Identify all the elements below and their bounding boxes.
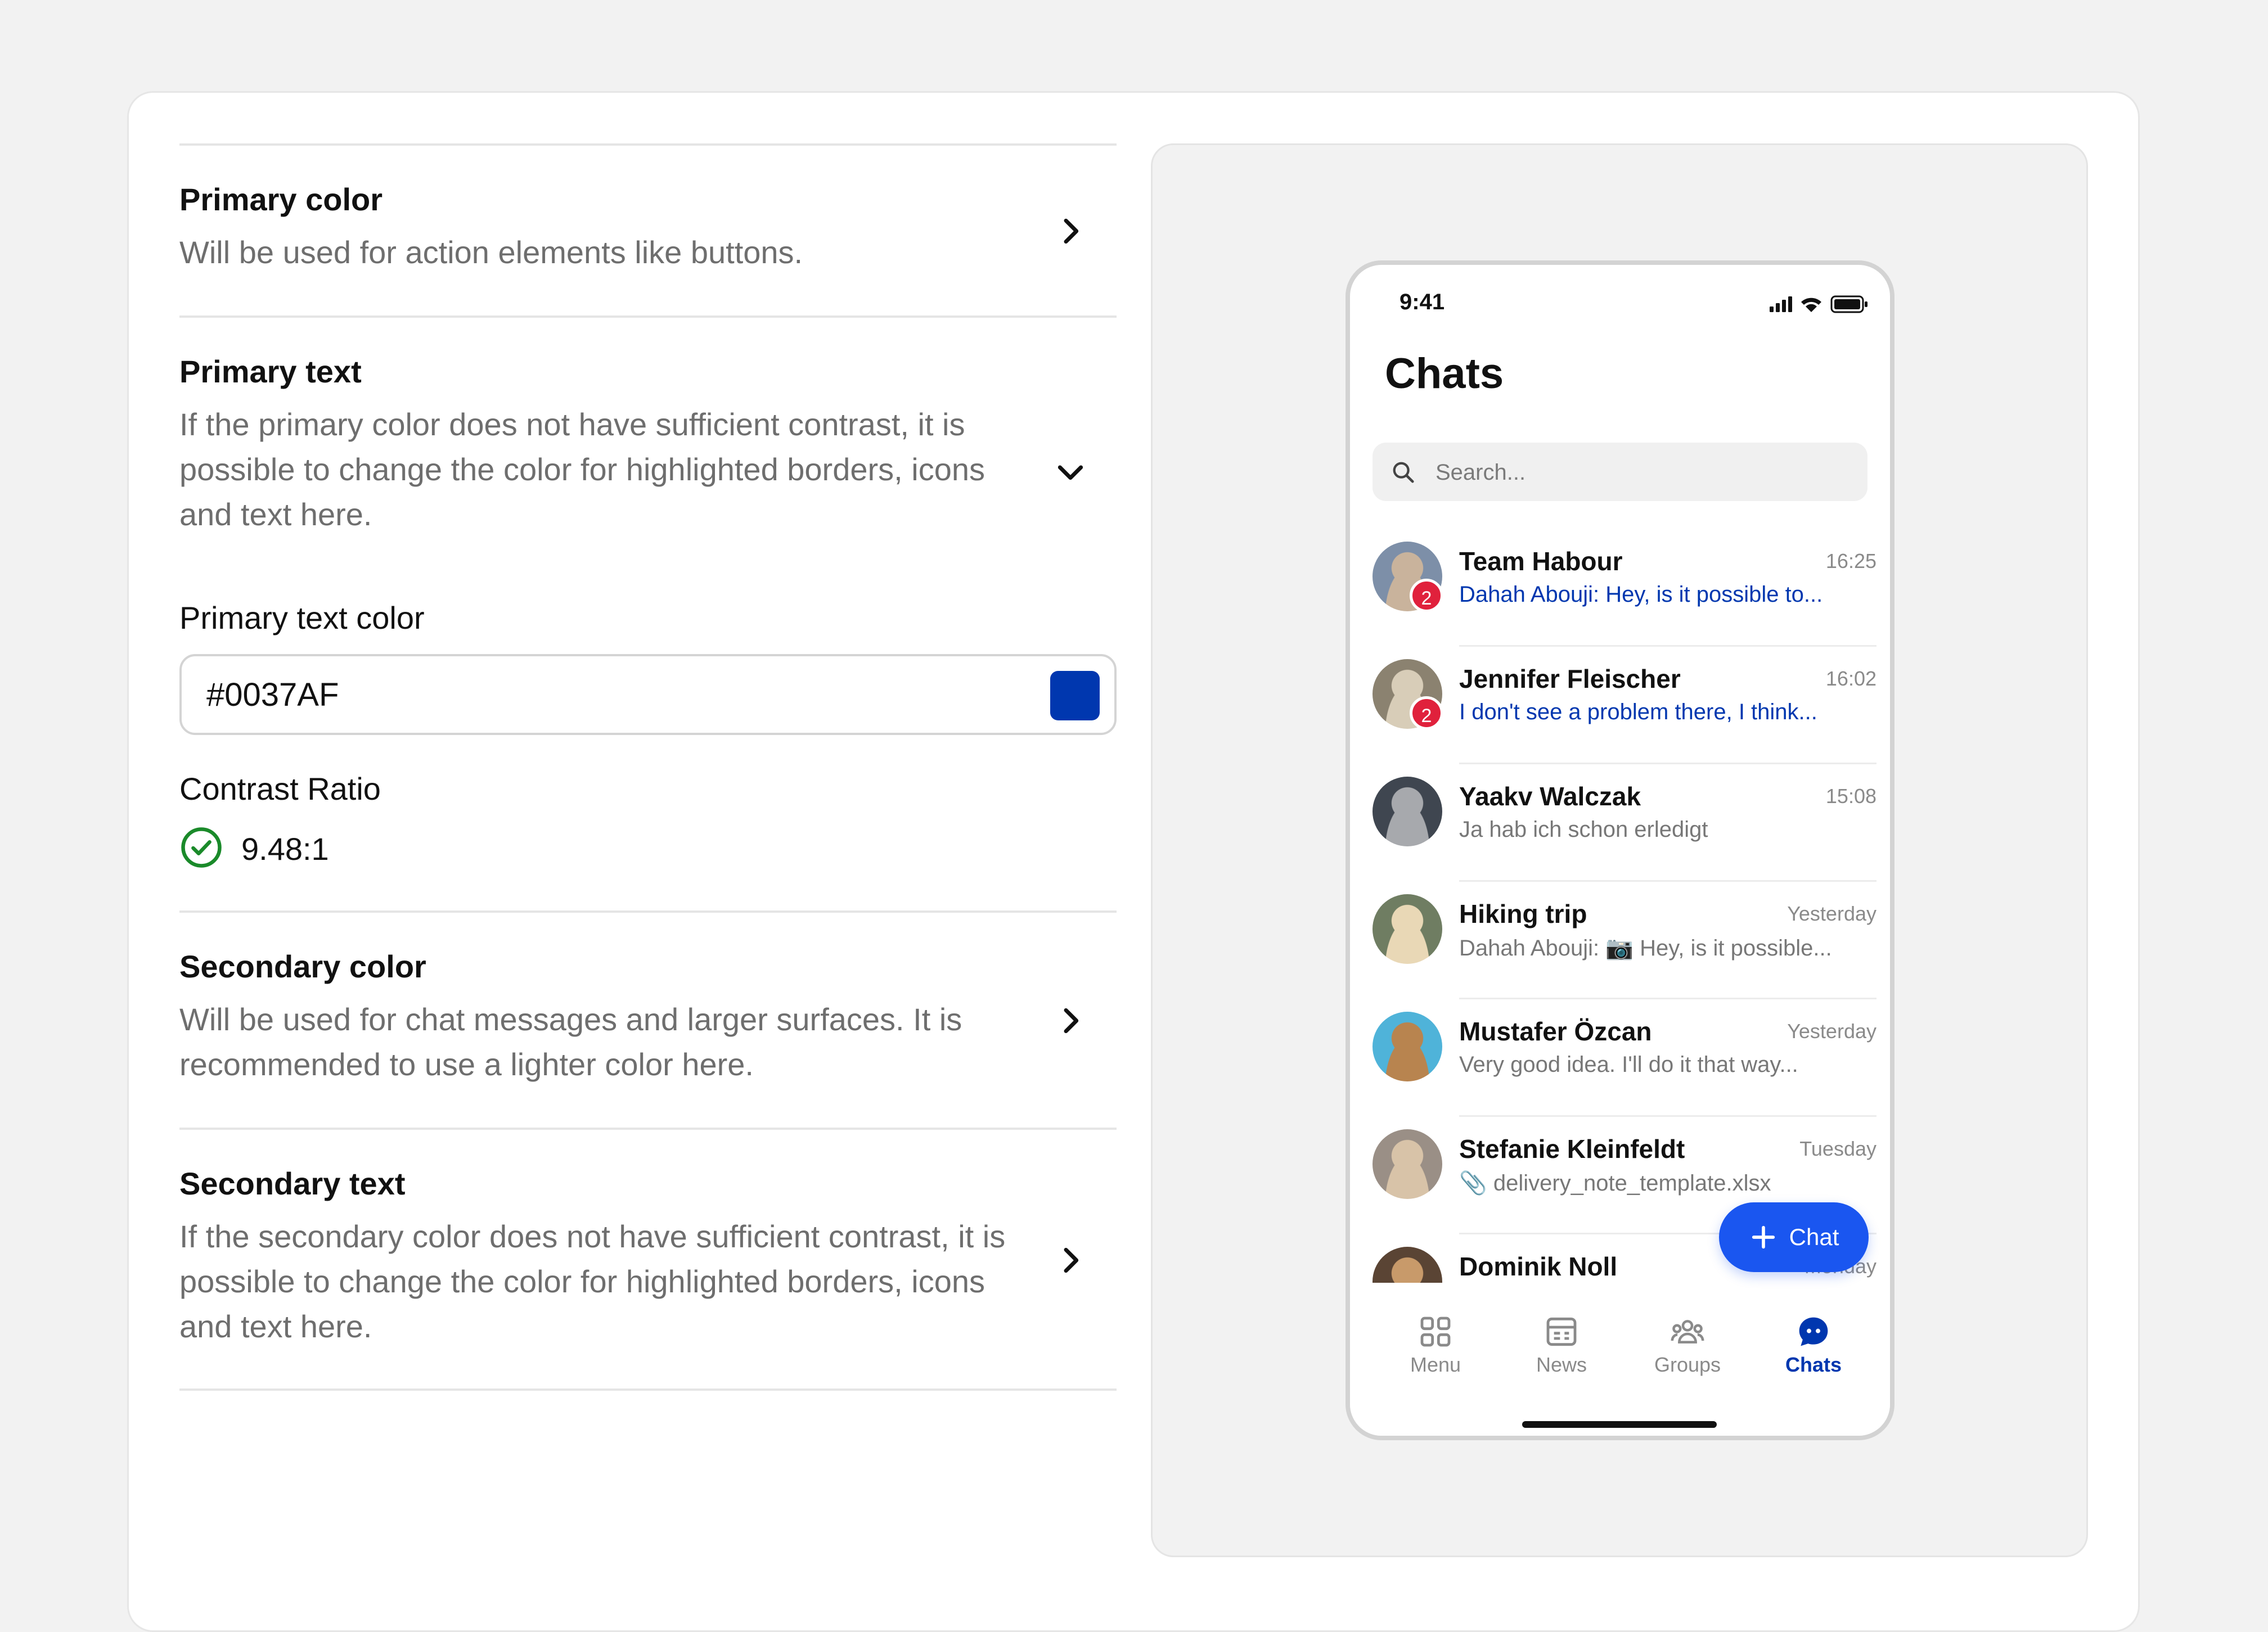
contrast-ratio-value: 9.48:1 (241, 831, 329, 867)
divider (179, 1388, 1117, 1391)
plus-icon (1752, 1225, 1775, 1249)
phone-mockup: 9:41 Chats 2Team Habour16:25Dahah Abouji… (1346, 260, 1894, 1440)
chat-name: Team Habour (1459, 547, 1623, 576)
newspaper-icon (1546, 1317, 1577, 1346)
contrast-ratio-label: Contrast Ratio (179, 771, 381, 806)
section-title: Primary color (179, 182, 383, 217)
chat-last-message: Dahah Abouji: 📷 Hey, is it possible... (1459, 936, 1832, 961)
chat-list-item[interactable]: Yaakv Walczak 15:08 Ja hab ich schon erled… (1372, 764, 1876, 882)
chat-list-item[interactable]: Hiking trip Yesterday Dahah Abouji: 📷 Hey,… (1372, 882, 1876, 999)
avatar (1372, 777, 1442, 846)
new-chat-button[interactable]: Chat (1719, 1202, 1869, 1272)
chat-last-message: Dahah Abouji: Hey, is it possible to... (1459, 582, 1823, 607)
chat-time: Yesterday (1787, 1020, 1876, 1043)
section-secondary-color[interactable]: Secondary color Will be used for chat me… (179, 913, 1117, 1128)
tab-label: Groups (1654, 1353, 1721, 1376)
section-title: Secondary text (179, 1166, 406, 1201)
chat-time: Tuesday (1799, 1137, 1876, 1160)
hex-color-input[interactable] (206, 656, 994, 733)
status-bar-icons (1770, 295, 1868, 313)
chat-name: Stefanie Kleinfeldt (1459, 1134, 1685, 1164)
primary-text-color-field (179, 654, 1117, 735)
section-description: If the secondary color does not have suf… (179, 1219, 1006, 1344)
tab-chats[interactable]: Chats (1757, 1314, 1870, 1377)
unread-badge: 2 (1410, 696, 1443, 730)
chat-list-item[interactable]: 2 Team Habour 16:25 Dahah Abouji: Hey, is i… (1372, 529, 1876, 647)
chevron-right-icon[interactable] (1052, 1242, 1088, 1278)
avatar (1372, 1012, 1442, 1081)
chat-name: Hiking trip (1459, 899, 1587, 928)
new-chat-label: Chat (1789, 1224, 1839, 1250)
color-swatch-button[interactable] (1050, 671, 1100, 720)
section-description: If the primary color does not have suffi… (179, 407, 985, 532)
contrast-ratio-result: 9.48:1 (179, 823, 329, 874)
avatar (1372, 1129, 1442, 1199)
tab-groups[interactable]: Groups (1631, 1314, 1744, 1377)
primary-text-color-label: Primary text color (179, 600, 425, 635)
grid-icon (1420, 1317, 1451, 1347)
bottom-tab-bar: Menu News Groups Chats (1350, 1308, 1890, 1421)
section-primary-color[interactable]: Primary color Will be used for action el… (179, 146, 1117, 315)
tab-label: Menu (1410, 1353, 1461, 1376)
section-title: Secondary color (179, 949, 426, 984)
section-description: Will be used for chat messages and large… (179, 1002, 962, 1082)
chat-time: Yesterday (1787, 902, 1876, 925)
chevron-down-icon[interactable] (1052, 454, 1088, 490)
chat-time: 15:08 (1825, 785, 1876, 808)
home-indicator (1522, 1421, 1717, 1428)
tab-label: Chats (1785, 1353, 1842, 1376)
chat-name: Yaakv Walczak (1459, 782, 1641, 811)
chat-name: Mustafer Özcan (1459, 1017, 1652, 1046)
tab-menu[interactable]: Menu (1379, 1314, 1492, 1377)
chat-name: Jennifer Fleischer (1459, 664, 1681, 693)
chat-last-message: I don't see a problem there, I think... (1459, 700, 1817, 724)
avatar (1372, 1247, 1442, 1283)
section-primary-text: Primary text If the primary color does n… (179, 318, 1117, 910)
chat-name: Dominik Noll (1459, 1252, 1618, 1281)
screen-title: Chats (1385, 350, 1504, 398)
section-description: Will be used for action elements like bu… (179, 235, 803, 270)
section-secondary-text[interactable]: Secondary text If the secondary color do… (179, 1130, 1117, 1388)
section-title: Primary text (179, 354, 362, 389)
chat-time: 16:02 (1825, 667, 1876, 690)
chat-list-item[interactable]: Mustafer Özcan Yesterday Very good idea. I… (1372, 999, 1876, 1117)
chevron-right-icon[interactable] (1052, 1003, 1088, 1039)
tab-news[interactable]: News (1505, 1314, 1618, 1377)
chevron-right-icon[interactable] (1052, 213, 1088, 249)
theme-settings-panel: Primary color Will be used for action el… (179, 143, 1117, 1391)
chat-list-item[interactable]: 2 Jennifer Fleischer 16:02 I don't see a pr… (1372, 647, 1876, 764)
chat-list: 2 Team Habour 16:25 Dahah Abouji: Hey, is i… (1372, 529, 1876, 1283)
check-circle-icon (179, 826, 223, 872)
chat-bubble-icon (1799, 1317, 1828, 1346)
chat-last-message: Ja hab ich schon erledigt (1459, 817, 1708, 842)
chat-last-message: 📎 delivery_note_template.xlsx (1459, 1171, 1771, 1196)
status-bar-time: 9:41 (1400, 290, 1445, 314)
search-input[interactable] (1434, 443, 1853, 502)
tab-label: News (1536, 1353, 1587, 1376)
unread-badge: 2 (1410, 579, 1443, 612)
search-bar[interactable] (1372, 443, 1868, 502)
avatar (1372, 894, 1442, 964)
chat-time: 16:25 (1825, 549, 1876, 572)
chat-last-message: Very good idea. I'll do it that way... (1459, 1052, 1798, 1077)
groups-icon (1671, 1320, 1704, 1344)
